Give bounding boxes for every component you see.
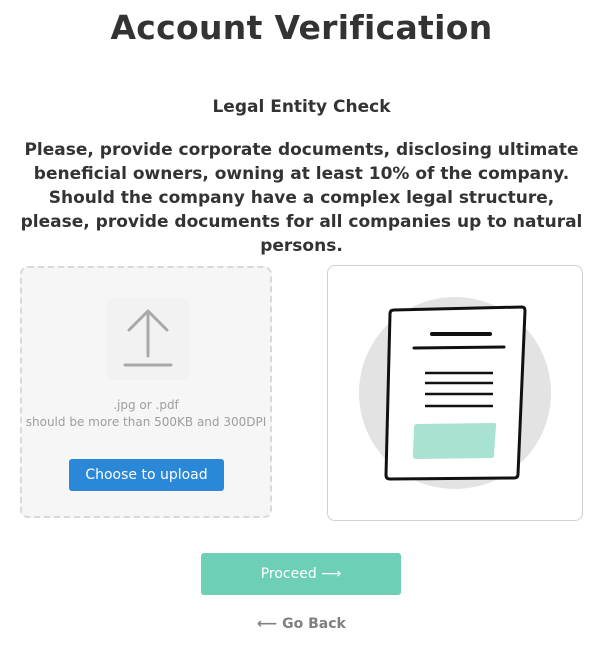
upload-requirements: should be more than 500KB and 300DPI	[25, 414, 267, 429]
section-subtitle: Legal Entity Check	[212, 97, 391, 117]
proceed-button[interactable]: Proceed ⟶	[201, 553, 401, 595]
upload-dropzone[interactable]: .jpg or .pdf should be more than 500KB a…	[20, 266, 272, 518]
upload-arrow-icon	[107, 298, 189, 380]
upload-formats: .jpg or .pdf	[113, 398, 179, 412]
document-illustration-icon	[359, 297, 551, 489]
document-preview	[327, 265, 583, 521]
go-back-link[interactable]: ⟵ Go Back	[0, 616, 603, 632]
page-title: Account Verification	[110, 8, 493, 47]
choose-upload-button[interactable]: Choose to upload	[69, 459, 224, 491]
instructions-text: Please, provide corporate documents, dis…	[20, 140, 583, 256]
upload-hint: .jpg or .pdf should be more than 500KB a…	[22, 397, 270, 430]
